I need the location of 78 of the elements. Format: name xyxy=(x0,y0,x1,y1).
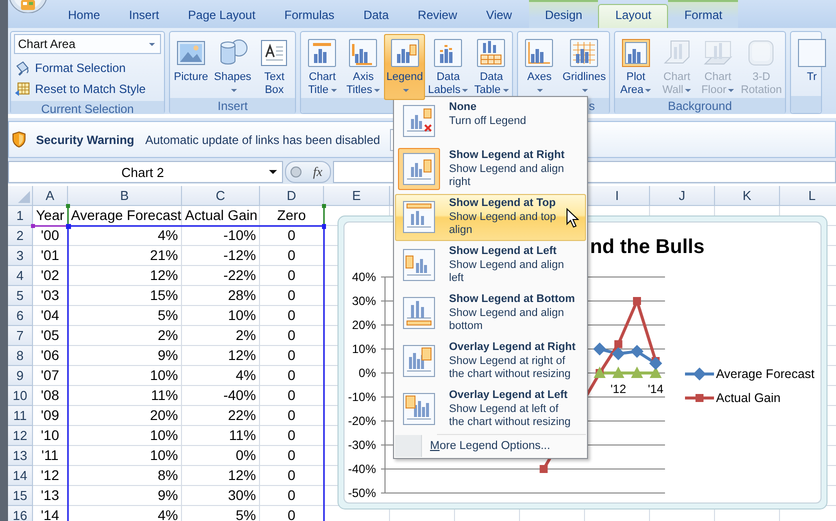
table-cell: 20% xyxy=(68,406,182,426)
table-cell: '02 xyxy=(33,266,68,286)
table-cell: 2% xyxy=(182,326,260,346)
table-cell: 0 xyxy=(260,286,324,306)
table-cell: '14 xyxy=(33,506,68,521)
table-cell: 11% xyxy=(68,386,182,406)
table-cell: 0 xyxy=(260,506,324,521)
table-cell: 0 xyxy=(260,486,324,506)
table-cell: 4% xyxy=(68,506,182,521)
axis-label: '14 xyxy=(648,382,664,396)
table-cell: '04 xyxy=(33,306,68,326)
axis-label: -40% xyxy=(348,462,376,476)
table-cell: '01 xyxy=(33,246,68,266)
table-cell: 10% xyxy=(68,446,182,466)
table-cell: 11% xyxy=(182,426,260,446)
table-cell: 0 xyxy=(260,406,324,426)
group-label: Insert xyxy=(170,98,296,114)
table-cell: 0 xyxy=(260,426,324,446)
table-cell: 5% xyxy=(182,506,260,521)
table-cell: -12% xyxy=(182,246,260,266)
axis-label: -30% xyxy=(348,438,376,452)
table-cell: '06 xyxy=(33,346,68,366)
table-cell: 0 xyxy=(260,306,324,326)
table-cell: 0 xyxy=(260,366,324,386)
axis-label: -10% xyxy=(348,390,376,404)
table-cell: 8% xyxy=(68,466,182,486)
table-cell: 21% xyxy=(68,246,182,266)
table-cell: '13 xyxy=(33,486,68,506)
axis-label: 30% xyxy=(352,294,376,308)
axis-label: 10% xyxy=(352,342,376,356)
table-cell: 0 xyxy=(260,346,324,366)
axis-label: 40% xyxy=(352,270,376,284)
table-cell: 12% xyxy=(68,266,182,286)
table-cell: 0 xyxy=(260,326,324,346)
table-cell: 9% xyxy=(68,486,182,506)
table-cell: '05 xyxy=(33,326,68,346)
table-cell: 15% xyxy=(68,286,182,306)
table-cell: 4% xyxy=(182,366,260,386)
table-cell: '11 xyxy=(33,446,68,466)
table-cell: 0 xyxy=(260,446,324,466)
axis-label: 0% xyxy=(358,366,376,380)
table-cell: '07 xyxy=(33,366,68,386)
table-cell: '03 xyxy=(33,286,68,306)
table-cell: 0 xyxy=(260,246,324,266)
table-cell: 12% xyxy=(182,346,260,366)
table-cell: 30% xyxy=(182,486,260,506)
axis-label: 20% xyxy=(352,318,376,332)
table-cell: 10% xyxy=(68,366,182,386)
axis-label: -20% xyxy=(348,414,376,428)
group-label: Current Selection xyxy=(11,101,164,114)
table-cell: '08 xyxy=(33,386,68,406)
table-cell: 22% xyxy=(182,406,260,426)
table-cell: 9% xyxy=(68,346,182,366)
table-cell: '10 xyxy=(33,426,68,446)
table-cell: 0 xyxy=(260,266,324,286)
table-cell: -22% xyxy=(182,266,260,286)
table-cell: 12% xyxy=(182,466,260,486)
security-message: Automatic update of links has been disabled xyxy=(145,132,380,146)
table-cell: '09 xyxy=(33,406,68,426)
table-cell: 0 xyxy=(260,466,324,486)
table-cell: 0 xyxy=(260,386,324,406)
table-cell: 5% xyxy=(68,306,182,326)
table-cell: 2% xyxy=(68,326,182,346)
table-cell: 10% xyxy=(182,306,260,326)
table-cell: Actual Gain xyxy=(182,206,260,226)
axis-label: -50% xyxy=(348,486,376,500)
legend-label: Average Forecast xyxy=(716,367,814,381)
axis-label: '12 xyxy=(610,382,626,396)
table-cell: 10% xyxy=(68,426,182,446)
table-cell: -40% xyxy=(182,386,260,406)
security-warning-title: Security Warning xyxy=(36,132,134,146)
table-cell: 0% xyxy=(182,446,260,466)
table-cell: 28% xyxy=(182,286,260,306)
table-cell: '12 xyxy=(33,466,68,486)
legend-label: Actual Gain xyxy=(716,391,781,405)
table-cell: -10% xyxy=(182,226,260,246)
group-label: Background xyxy=(614,98,785,114)
chart-title: nd the Bulls xyxy=(590,236,704,258)
